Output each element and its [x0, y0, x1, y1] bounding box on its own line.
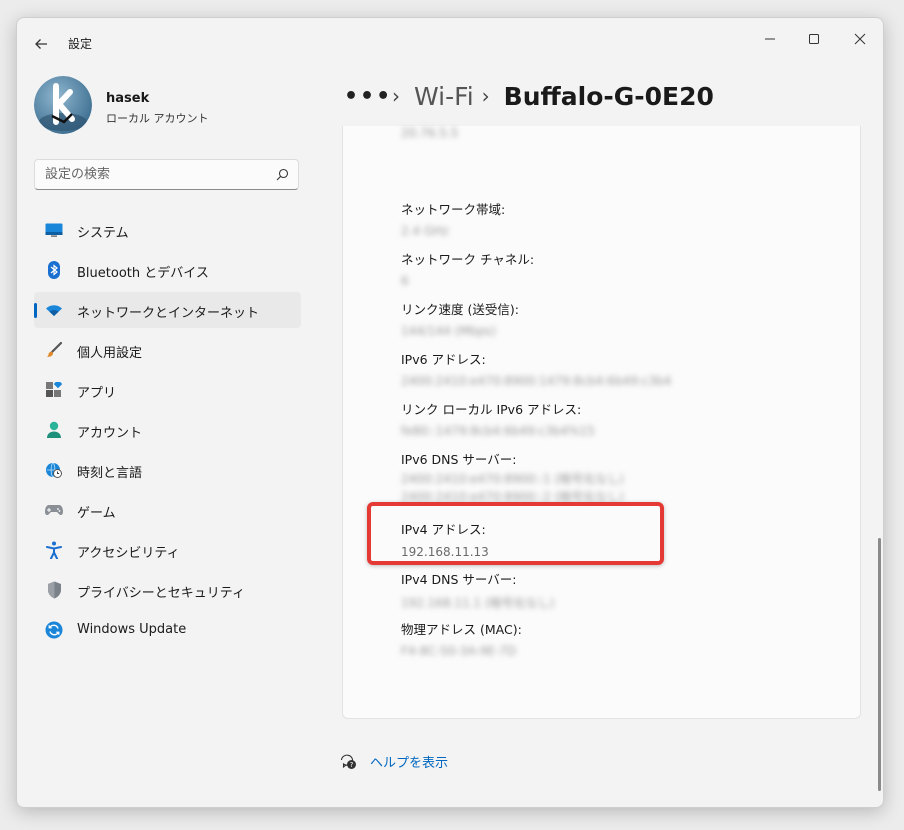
- shield-icon: [45, 581, 63, 599]
- app-title: 設定: [68, 37, 93, 51]
- settings-window: 設定 hasek ローカル アカウント 設定の検索 システム Bluetooth…: [16, 17, 884, 808]
- back-arrow-icon: [35, 39, 47, 49]
- property-label-channel: ネットワーク チャネル:: [401, 252, 535, 267]
- minimize-button[interactable]: [748, 24, 792, 54]
- sidebar-item-time-language[interactable]: 時刻と言語: [34, 452, 301, 488]
- property-label-link-local-ipv6: リンク ローカル IPv6 アドレス:: [401, 402, 582, 417]
- property-label-band: ネットワーク帯域:: [401, 202, 506, 217]
- property-value-mac: F4-8C-50-3A-9E-7D: [401, 644, 517, 658]
- gamepad-icon: [45, 501, 63, 519]
- sidebar-item-network[interactable]: ネットワークとインターネット: [34, 292, 301, 328]
- svg-text:?: ?: [350, 761, 354, 769]
- sidebar-item-accessibility[interactable]: アクセシビリティ: [34, 532, 301, 568]
- property-value-partial: 20.76.5.5: [401, 126, 459, 140]
- chevron-right-icon: ›: [481, 84, 490, 108]
- maximize-icon: [809, 34, 819, 44]
- sidebar-item-accounts[interactable]: アカウント: [34, 412, 301, 448]
- sidebar-item-label: プライバシーとセキュリティ: [77, 586, 245, 601]
- property-label-mac: 物理アドレス (MAC):: [401, 622, 522, 637]
- bluetooth-icon: [45, 261, 63, 279]
- search-icon[interactable]: [276, 168, 289, 181]
- accessibility-icon: [45, 541, 63, 559]
- sidebar-item-label: アプリ: [77, 386, 117, 401]
- sidebar-item-personalization[interactable]: 個人用設定: [34, 332, 301, 368]
- sidebar-item-windows-update[interactable]: Windows Update: [34, 612, 301, 648]
- brush-icon: [45, 341, 63, 359]
- breadcrumb: ••• › Wi-Fi › Buffalo-G-0E20: [344, 76, 714, 116]
- property-value-ipv6-dns-1: 2400:2410:e470:8900::1 (暗号化なし): [401, 472, 624, 486]
- apps-icon: [45, 381, 63, 399]
- sidebar-item-bluetooth[interactable]: Bluetooth とデバイス: [34, 252, 301, 288]
- help-link[interactable]: ? ヘルプを表示: [340, 752, 448, 771]
- minimize-icon: [765, 38, 775, 40]
- property-value-ipv4: 192.168.11.13: [401, 545, 489, 559]
- sidebar-item-label: アクセシビリティ: [77, 546, 180, 561]
- help-label: ヘルプを表示: [370, 756, 449, 771]
- wifi-icon: [45, 301, 63, 319]
- property-value-ipv6: 2400:2410:e470:8900:1479:8cb4:6b49:c3b4: [401, 374, 672, 388]
- property-value-ipv6-dns-2: 2400:2410:e470:8900::2 (暗号化なし): [401, 490, 624, 504]
- property-label-link-speed: リンク速度 (送受信):: [401, 302, 519, 317]
- globe-clock-icon: [45, 461, 63, 479]
- sidebar-item-label: ネットワークとインターネット: [77, 306, 260, 321]
- close-button[interactable]: [838, 24, 882, 54]
- close-icon: [854, 33, 866, 45]
- sidebar-item-gaming[interactable]: ゲーム: [34, 492, 301, 528]
- property-value-ipv4-dns: 192.168.11.1 (暗号化なし): [401, 596, 555, 610]
- property-value-link-local-ipv6: fe80::1479:8cb4:6b49:c3b4%15: [401, 424, 595, 438]
- sidebar-item-label: Windows Update: [77, 622, 187, 637]
- property-label-ipv4: IPv4 アドレス:: [401, 522, 486, 537]
- sidebar-item-label: アカウント: [77, 426, 143, 441]
- sidebar-item-label: 時刻と言語: [77, 466, 143, 481]
- sidebar-item-apps[interactable]: アプリ: [34, 372, 301, 408]
- property-label-ipv6: IPv6 アドレス:: [401, 352, 486, 367]
- breadcrumb-more-button[interactable]: •••: [344, 84, 390, 109]
- user-avatar-icon: [34, 76, 92, 134]
- update-icon: [45, 621, 63, 639]
- property-value-channel: 6: [401, 274, 409, 288]
- sidebar-item-label: 個人用設定: [77, 346, 143, 361]
- sidebar-nav: システム Bluetooth とデバイス ネットワークとインターネット 個人用設…: [34, 212, 301, 652]
- sidebar-item-system[interactable]: システム: [34, 212, 301, 248]
- property-label-ipv4-dns: IPv4 DNS サーバー:: [401, 572, 517, 587]
- sidebar-item-label: システム: [77, 226, 129, 241]
- monitor-icon: [45, 221, 63, 239]
- page-title: Buffalo-G-0E20: [503, 81, 714, 111]
- search-box[interactable]: [34, 159, 299, 190]
- sidebar-item-label: Bluetooth とデバイス: [77, 266, 209, 281]
- avatar[interactable]: [34, 76, 92, 134]
- property-value-band: 2.4 GHz: [401, 224, 449, 238]
- sidebar-item-privacy[interactable]: プライバシーとセキュリティ: [34, 572, 301, 608]
- breadcrumb-wifi[interactable]: Wi-Fi: [414, 82, 474, 111]
- maximize-button[interactable]: [792, 24, 836, 54]
- property-value-link-speed: 144/144 (Mbps): [401, 324, 496, 338]
- search-input[interactable]: [35, 160, 265, 189]
- chevron-right-icon: ›: [392, 84, 400, 108]
- back-button[interactable]: [29, 32, 53, 56]
- sidebar-item-label: ゲーム: [77, 506, 116, 521]
- user-name: hasek: [106, 91, 150, 106]
- properties-card: 20.76.5.5 ネットワーク帯域: 2.4 GHz ネットワーク チャネル:…: [342, 126, 861, 719]
- help-icon: ?: [340, 754, 356, 769]
- account-type: ローカル アカウント: [106, 112, 209, 125]
- scrollbar-thumb[interactable]: [878, 538, 881, 791]
- person-icon: [45, 421, 63, 439]
- property-label-ipv6-dns: IPv6 DNS サーバー:: [401, 452, 517, 467]
